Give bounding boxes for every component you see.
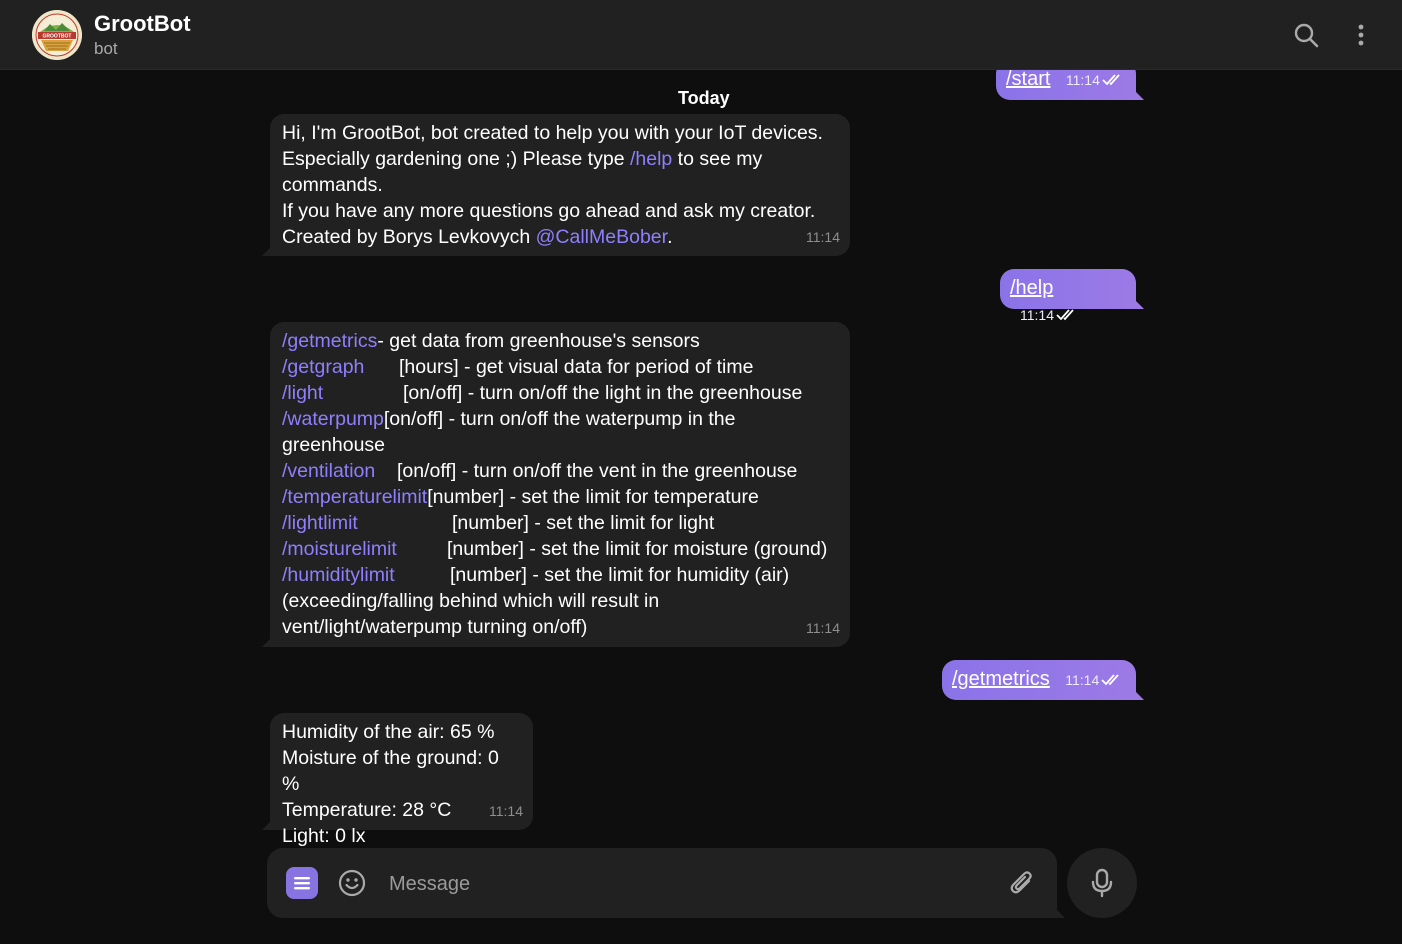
- message-text-line: vent/light/waterpump turning on/off): [282, 616, 588, 638]
- microphone-icon: [1091, 868, 1113, 898]
- command-link[interactable]: /ventilation: [282, 458, 397, 484]
- message-input[interactable]: [387, 868, 991, 900]
- incoming-message-metrics[interactable]: Humidity of the air: 65 % Moisture of th…: [262, 713, 533, 847]
- command-link[interactable]: /humiditylimit: [282, 562, 450, 588]
- more-vertical-icon[interactable]: [1347, 21, 1375, 49]
- command-link[interactable]: /getgraph: [282, 354, 399, 380]
- grootbot-logo: GROOTBOT: [32, 10, 82, 60]
- message-meta: 11:14: [1066, 70, 1124, 93]
- message-time: 11:14: [1020, 306, 1054, 323]
- message-list[interactable]: /start 11:14 Today Hi, I'm GrootBot, bot…: [0, 70, 1402, 944]
- message-time: 11:14: [806, 229, 840, 245]
- message-time: 11:14: [1065, 71, 1100, 88]
- command-link[interactable]: /moisturelimit: [282, 536, 447, 562]
- message-text-line: Hi, I'm GrootBot, bot created to help yo…: [282, 122, 823, 144]
- outgoing-message-start[interactable]: /start 11:14: [996, 70, 1144, 100]
- message-text-line: Especially gardening one ;) Please type …: [282, 148, 763, 170]
- microphone-button[interactable]: [1067, 848, 1137, 918]
- double-check-icon: [1101, 674, 1119, 686]
- command-link[interactable]: /help: [1010, 277, 1053, 299]
- chat-title[interactable]: GrootBot: [94, 11, 191, 37]
- bot-menu-icon[interactable]: [286, 867, 318, 899]
- message-meta: 11:14: [1020, 302, 1078, 328]
- light-reading: Light: 0 lx: [282, 825, 366, 847]
- message-time: 11:14: [806, 620, 840, 636]
- command-link[interactable]: /start: [1006, 70, 1050, 90]
- paperclip-icon[interactable]: [1007, 868, 1037, 898]
- incoming-message-welcome[interactable]: Hi, I'm GrootBot, bot created to help yo…: [262, 114, 850, 256]
- help-link[interactable]: /help: [630, 148, 672, 170]
- date-separator: Today: [668, 86, 740, 111]
- incoming-message-commands[interactable]: /getmetrics - get data from greenhouse's…: [262, 322, 850, 647]
- command-link[interactable]: /getmetrics: [282, 328, 377, 354]
- command-row: /getgraph [hours] - get visual data for p…: [282, 354, 754, 380]
- command-row: /ventilation [on/off] - turn on/off the v…: [282, 458, 798, 484]
- moisture-reading: Moisture of the ground: 0 %: [282, 747, 499, 795]
- message-time: 11:14: [1065, 671, 1100, 688]
- creator-mention-link[interactable]: @CallMeBober: [536, 226, 667, 248]
- emoji-icon[interactable]: [337, 868, 367, 898]
- command-row: /humiditylimit [number] - set the limit f…: [282, 562, 790, 588]
- outgoing-message-getmetrics[interactable]: /getmetrics 11:14: [942, 660, 1144, 700]
- command-link[interactable]: /temperaturelimit: [282, 484, 427, 510]
- message-composer: [267, 848, 1065, 918]
- command-link[interactable]: /light: [282, 380, 403, 406]
- temperature-reading: Temperature: 28 °C: [282, 799, 452, 821]
- message-time: 11:14: [489, 803, 523, 819]
- svg-text:GROOTBOT: GROOTBOT: [43, 34, 72, 40]
- message-text-line: greenhouse: [282, 434, 386, 456]
- humidity-reading: Humidity of the air: 65 %: [282, 721, 495, 743]
- command-row: /light [on/off] - turn on/off the light i…: [282, 380, 803, 406]
- chat-subtitle: bot: [94, 39, 118, 58]
- double-check-icon: [1056, 309, 1074, 321]
- command-link[interactable]: /lightlimit: [282, 510, 452, 536]
- command-row: /getmetrics - get data from greenhouse's…: [282, 328, 700, 354]
- command-row: /lightlimit [number] - set the limit for …: [282, 510, 715, 536]
- chat-header: GROOTBOT GrootBot bot: [0, 0, 1402, 70]
- message-text-line: Created by Borys Levkovych @CallMeBober.: [282, 226, 673, 248]
- command-row: /temperaturelimit [number] - set the lim…: [282, 484, 759, 510]
- command-row: /waterpump [on/off] - turn on/off the wa…: [282, 406, 736, 432]
- message-text-line: (exceeding/falling behind which will res…: [282, 590, 660, 612]
- message-text-line: commands.: [282, 174, 383, 196]
- command-link[interactable]: /waterpump: [282, 406, 384, 432]
- outgoing-message-help[interactable]: /help 11:14: [1000, 269, 1144, 323]
- command-row: /moisturelimit [number] - set the limit f…: [282, 536, 828, 562]
- double-check-icon: [1102, 74, 1120, 86]
- search-icon[interactable]: [1292, 21, 1320, 49]
- message-meta: 11:14: [1065, 667, 1123, 693]
- command-link[interactable]: /getmetrics: [952, 668, 1050, 690]
- message-text-line: If you have any more questions go ahead …: [282, 200, 816, 222]
- bot-avatar[interactable]: GROOTBOT: [32, 10, 82, 60]
